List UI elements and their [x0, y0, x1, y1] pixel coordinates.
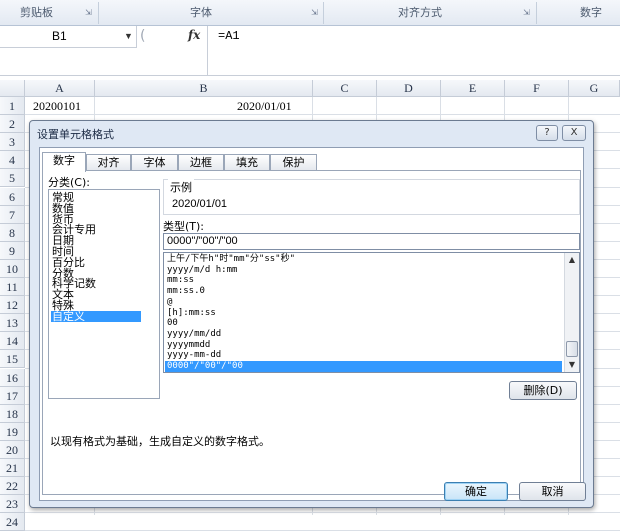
row-header[interactable]: 23 — [0, 495, 25, 514]
ok-button[interactable]: 确定 — [444, 482, 508, 501]
select-all-corner[interactable] — [0, 80, 25, 97]
type-list-item[interactable]: 00 — [165, 318, 562, 329]
column-header-g[interactable]: G — [569, 80, 620, 97]
row-header[interactable]: 17 — [0, 386, 25, 405]
row-header[interactable]: 11 — [0, 278, 25, 296]
column-header-a[interactable]: A — [25, 80, 95, 97]
cancel-button[interactable]: 取消 — [519, 482, 586, 501]
clipboard-launcher-icon[interactable]: ⇲ — [85, 9, 92, 17]
ribbon-separator — [323, 2, 324, 24]
row-header[interactable]: 6 — [0, 187, 25, 206]
type-list-item[interactable]: mm:ss — [165, 275, 562, 286]
row-header[interactable]: 16 — [0, 368, 25, 387]
ribbon-separator — [536, 2, 537, 24]
type-list-item[interactable]: yyyy/m/d h:mm — [165, 265, 562, 276]
row-header[interactable]: 9 — [0, 241, 25, 260]
scroll-thumb[interactable] — [566, 341, 578, 357]
tab-fill[interactable]: 填充 — [224, 154, 270, 171]
type-list-item[interactable]: yyyy/mm/dd — [165, 329, 562, 340]
ribbon-separator — [98, 2, 99, 24]
column-header-e[interactable]: E — [441, 80, 505, 97]
row-header[interactable]: 4 — [0, 151, 25, 170]
column-header-f[interactable]: F — [505, 80, 569, 97]
close-icon[interactable]: X — [562, 125, 586, 141]
formula-bar-area: B1 ▼ ( fx =A1 — [0, 26, 620, 76]
dialog-title: 设置单元格格式 — [37, 128, 114, 141]
row-header[interactable]: 19 — [0, 422, 25, 441]
font-launcher-icon[interactable]: ⇲ — [311, 9, 318, 17]
dialog-body: 数字 对齐 字体 边框 填充 保护 分类(C): 常规 数值 货币 会计专用 日期 时间百… — [39, 147, 584, 501]
ribbon-group-alignment: 对齐方式 — [398, 6, 442, 19]
row-header[interactable]: 1 — [0, 97, 25, 115]
tab-number[interactable]: 数字 — [42, 152, 86, 172]
column-header-d[interactable]: D — [377, 80, 441, 97]
category-item[interactable]: 自定义 — [51, 310, 141, 322]
cell-b1[interactable]: 2020/01/01 — [237, 97, 292, 115]
help-icon[interactable]: ? — [536, 125, 558, 141]
row-header[interactable]: 21 — [0, 459, 25, 477]
row-header[interactable]: 20 — [0, 440, 25, 459]
column-header-c[interactable]: C — [313, 80, 377, 97]
row-header[interactable]: 22 — [0, 477, 25, 496]
type-list-item[interactable]: @ — [165, 297, 562, 308]
dialog-title-bar[interactable]: 设置单元格格式 ? X — [30, 121, 593, 145]
tab-protection[interactable]: 保护 — [270, 154, 317, 171]
scroll-up-icon[interactable]: ▲ — [565, 253, 579, 267]
name-box[interactable]: B1 ▼ — [0, 26, 137, 48]
column-header-b[interactable]: B — [95, 80, 313, 97]
name-box-dropdown-icon[interactable]: ▼ — [124, 26, 133, 47]
row-header[interactable]: 8 — [0, 223, 25, 242]
type-list-item[interactable]: 上午/下午h"时"mm"分"ss"秒" — [165, 254, 562, 265]
ribbon: 剪贴板 ⇲ 字体 ⇲ 对齐方式 ⇲ 数字 — [0, 0, 620, 26]
category-label: 分类(C): — [48, 176, 90, 189]
tab-border[interactable]: 边框 — [178, 154, 224, 171]
row-header[interactable]: 15 — [0, 350, 25, 369]
row-header[interactable]: 13 — [0, 314, 25, 333]
format-cells-dialog: 设置单元格格式 ? X 数字 对齐 字体 边框 填充 保护 分类(C): 常规数… — [29, 120, 594, 508]
type-input[interactable]: 0000"/"00"/"00 — [163, 233, 580, 250]
formula-bar-divider — [207, 26, 208, 76]
row-header[interactable]: 24 — [0, 513, 25, 531]
row-header[interactable]: 10 — [0, 259, 25, 278]
type-list-item[interactable]: 0000"/"00"/"00 — [165, 361, 562, 372]
type-list-item[interactable]: yyyymmdd — [165, 340, 562, 351]
type-label: 类型(T): — [163, 220, 205, 233]
type-list-item[interactable]: [h]:mm:ss — [165, 308, 562, 319]
cell-a1[interactable]: 20200101 — [33, 97, 81, 115]
type-list-item[interactable]: yyyy-mm-dd — [165, 350, 562, 361]
row-header[interactable]: 3 — [0, 133, 25, 152]
grid-row-line — [25, 512, 620, 514]
ribbon-group-font: 字体 — [190, 6, 212, 19]
alignment-launcher-icon[interactable]: ⇲ — [523, 9, 530, 17]
category-list[interactable]: 常规 数值 货币 会计专用 日期 时间 百分比 分数 科学记数 文本 特殊 自定义 — [48, 189, 160, 399]
ribbon-group-clipboard: 剪贴板 — [20, 6, 53, 19]
sample-label: 示例 — [168, 179, 194, 195]
grid-row-line — [25, 114, 620, 116]
tab-alignment[interactable]: 对齐 — [86, 154, 131, 171]
format-description: 以现有格式为基础，生成自定义的数字格式。 — [50, 435, 270, 448]
sample-box: 示例 2020/01/01 — [163, 179, 580, 215]
row-header[interactable]: 14 — [0, 332, 25, 351]
row-header[interactable]: 18 — [0, 404, 25, 423]
ribbon-group-number: 数字 — [580, 6, 602, 19]
row-header[interactable]: 7 — [0, 205, 25, 224]
type-list-item[interactable]: mm:ss.0 — [165, 286, 562, 297]
delete-button[interactable]: 删除(D) — [509, 381, 577, 400]
row-header[interactable]: 12 — [0, 296, 25, 315]
type-list-scrollbar[interactable]: ▲ ▼ — [564, 253, 579, 372]
number-tab-panel: 分类(C): 常规 数值 货币 会计专用 日期 时间 百分比 分数 科学记数 文本 特殊 自定义 示例… — [42, 170, 581, 495]
formula-bar-resize-handle[interactable]: ( — [140, 28, 154, 46]
scroll-down-icon[interactable]: ▼ — [565, 358, 579, 372]
insert-function-icon[interactable]: fx — [188, 28, 200, 42]
type-list[interactable]: 0000"/"00"/"00 yyyy-mm-dd yyyymmdd yyyy/mm/… — [163, 252, 580, 373]
sample-value: 2020/01/01 — [172, 198, 228, 210]
formula-input[interactable]: =A1 — [218, 29, 240, 43]
tab-font[interactable]: 字体 — [131, 154, 178, 171]
name-box-value: B1 — [52, 29, 67, 43]
row-header[interactable]: 5 — [0, 169, 25, 188]
row-header[interactable]: 2 — [0, 115, 25, 134]
